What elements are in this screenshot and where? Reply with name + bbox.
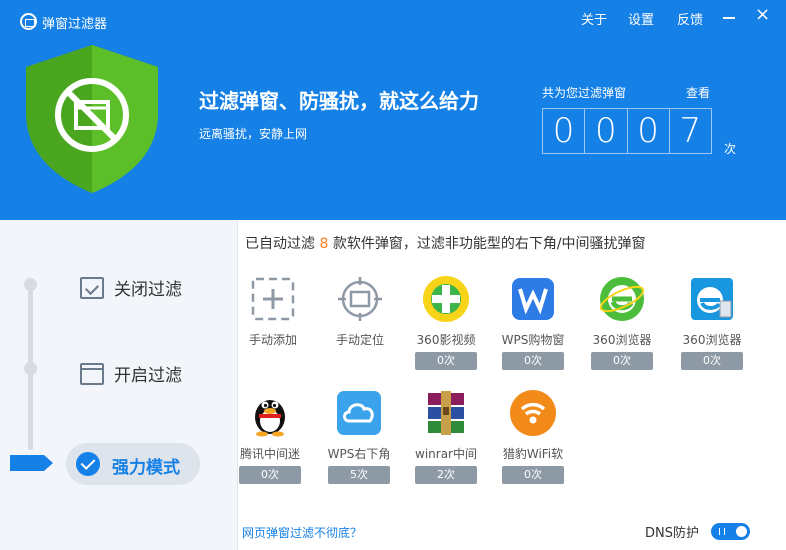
mode-off[interactable]: 关闭过滤 <box>80 275 182 300</box>
app-item[interactable]: WPS右下角 5次 <box>317 389 401 484</box>
wps-icon <box>512 278 554 320</box>
wps-cloud-icon <box>337 391 381 435</box>
check-circle-icon <box>76 452 100 476</box>
close-button[interactable]: × <box>755 6 770 24</box>
manual-add-button[interactable]: 手动添加 <box>231 275 315 347</box>
app-item[interactable]: winrar中间 2次 <box>404 389 488 484</box>
counter-display: 0 0 0 7 <box>542 108 712 154</box>
dns-protection-label: DNS防护 <box>645 526 699 541</box>
menu-about[interactable]: 关于 <box>581 9 607 28</box>
mode-off-label: 关闭过滤 <box>114 280 182 300</box>
app-count-badge: 5次 <box>328 466 390 484</box>
add-icon <box>251 277 295 321</box>
360-browser-icon <box>599 277 645 321</box>
360-browser-blue-icon <box>691 278 733 320</box>
app-name: WPS右下角 <box>327 447 391 461</box>
app-item[interactable]: 360浏览器 0次 <box>670 275 754 370</box>
filtered-apps-panel <box>237 220 786 550</box>
counter-digit: 0 <box>626 109 669 153</box>
mode-strong-label: 强力模式 <box>112 458 180 478</box>
app-count-badge: 0次 <box>591 352 653 370</box>
toggle-on-indicator <box>719 528 725 535</box>
mode-strong[interactable]: 强力模式 <box>66 443 200 485</box>
app-item[interactable]: 猎豹WiFi软 0次 <box>491 389 575 484</box>
slider-stop[interactable] <box>24 278 37 291</box>
app-count-badge: 2次 <box>415 466 477 484</box>
headline: 过滤弹窗、防骚扰，就这么给力 <box>199 89 479 113</box>
app-name: 360浏览器 <box>592 333 652 347</box>
view-history-link[interactable]: 查看 <box>686 84 710 101</box>
mode-on[interactable]: 开启过滤 <box>80 361 182 386</box>
counter-unit: 次 <box>724 142 737 156</box>
app-count-badge: 0次 <box>239 466 301 484</box>
counter-digit: 0 <box>584 109 626 153</box>
counter-digit: 0 <box>552 111 575 151</box>
app-count-badge: 0次 <box>502 352 564 370</box>
app-item[interactable]: 腾讯中间迷 0次 <box>228 389 312 484</box>
web-popup-filter-link[interactable]: 网页弹窗过滤不彻底？ <box>242 524 362 541</box>
app-logo-icon <box>20 13 37 30</box>
menu-settings[interactable]: 设置 <box>628 9 654 28</box>
qq-penguin-icon <box>255 400 285 437</box>
app-name: WPS购物窗 <box>501 333 565 347</box>
manual-locate-button[interactable]: 手动定位 <box>318 275 402 347</box>
menu-feedback[interactable]: 反馈 <box>677 9 703 28</box>
cheetah-wifi-icon <box>510 390 556 436</box>
winrar-icon <box>428 391 464 435</box>
window-icon <box>80 362 104 385</box>
app-title: 弹窗过滤器 <box>42 17 108 32</box>
app-count-badge: 0次 <box>415 352 477 370</box>
app-count-badge: 0次 <box>502 466 564 484</box>
subline: 远离骚扰，安静上网 <box>199 127 308 141</box>
counter-label: 共为您过滤弹窗 <box>542 86 627 100</box>
filter-summary: 已自动过滤 8 款软件弹窗，过滤非功能型的右下角/中间骚扰弹窗 <box>245 233 646 253</box>
slider-stop[interactable] <box>24 362 37 375</box>
mode-on-label: 开启过滤 <box>114 366 182 386</box>
app-name: 360影视频 <box>416 333 476 347</box>
action-label: 手动添加 <box>248 333 297 347</box>
app-name: 腾讯中间迷 <box>239 447 300 461</box>
summary-prefix: 已自动过滤 <box>245 236 320 252</box>
app-name: 猎豹WiFi软 <box>502 447 564 461</box>
target-icon <box>338 277 382 321</box>
app-count-badge: 0次 <box>681 352 743 370</box>
slider-handle[interactable] <box>8 453 54 473</box>
app-name: 360浏览器 <box>682 333 742 347</box>
app-item[interactable]: WPS购物窗 0次 <box>491 275 575 370</box>
360-video-icon <box>423 276 469 322</box>
counter-digit: 7 <box>668 109 711 153</box>
minimize-button[interactable] <box>723 17 735 19</box>
app-name: winrar中间 <box>415 447 477 461</box>
checkbox-icon <box>80 276 104 299</box>
app-item[interactable]: 360浏览器 0次 <box>580 275 664 370</box>
summary-suffix: 款软件弹窗，过滤非功能型的右下角/中间骚扰弹窗 <box>328 236 646 252</box>
shield-icon <box>26 45 158 193</box>
action-label: 手动定位 <box>335 333 384 347</box>
dns-protection-toggle[interactable] <box>711 523 750 540</box>
app-item[interactable]: 360影视频 0次 <box>404 275 488 370</box>
